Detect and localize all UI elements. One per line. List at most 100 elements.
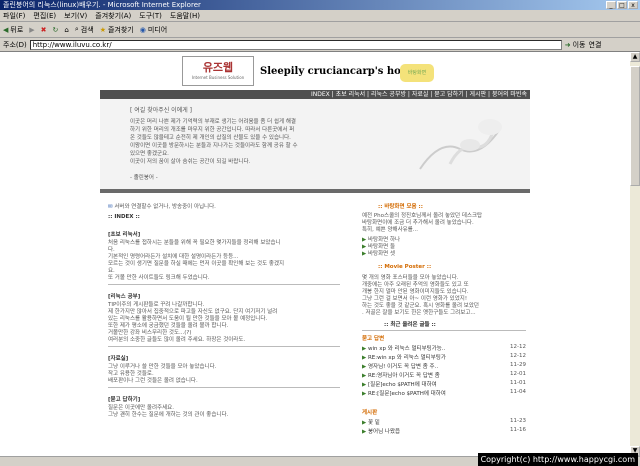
minimize-button[interactable]: _ (606, 1, 616, 9)
site-nav[interactable]: INDEX | 초보 리눅서 | 리눅스 공부방 | 자료실 | 묻고 답하기 … (100, 90, 530, 99)
list-item[interactable]: ▶ win xp 와 리눅스 멀티부팅가능.. 12-12 (362, 344, 526, 352)
section-line: 또 거볼 만한 사이트들도 링크해 두었습니다. (108, 275, 210, 281)
forward-arrow-icon: ▶ (29, 25, 35, 34)
list-item-date: 12-01 (510, 371, 526, 377)
divider (108, 284, 340, 285)
list-item-date: 12-12 (510, 353, 526, 359)
stop-button[interactable]: ✖ (41, 26, 47, 34)
list-item-date: 12-12 (510, 344, 526, 350)
list-item[interactable]: ▶ 붕어님 나왔읍 11-16 (362, 427, 526, 435)
logo-subtext: Internet Business Solution (191, 75, 245, 80)
search-button[interactable]: ⌕ 검색 (75, 25, 94, 35)
movie-line: . 저골은 잘을 보기도 한은 옛한구들도 그려보고... (362, 310, 476, 316)
favorites-button[interactable]: ★ 즐겨찾기 (100, 25, 134, 35)
notice-text: 서버와 연결할수 없거나, 방송중이 아닙니다. (114, 204, 216, 210)
wallpaper-badge[interactable]: 바탕화면 (400, 64, 434, 82)
arrow-icon: ▶ (362, 373, 367, 379)
media-button[interactable]: ◉ 미디어 (140, 25, 167, 35)
menu-favorites[interactable]: 즐겨찾기(A) (95, 11, 131, 21)
list-item[interactable]: ▶ RE:win xp 와 리눅스 멀티부팅가 12-12 (362, 353, 526, 361)
arrow-icon: ▶ (362, 420, 367, 426)
menu-tools[interactable]: 도구(T) (139, 11, 162, 21)
wallpaper-line: 특히, 예쁜 양해사유를... (362, 227, 419, 233)
stop-icon: ✖ (40, 25, 47, 34)
address-label: 주소(D) (3, 40, 27, 49)
refresh-icon: ↻ (52, 25, 59, 34)
section-title[interactable]: [묻고 답하기] (108, 395, 140, 403)
intro-line: 있으면 좋겠군요. (130, 151, 169, 157)
section-title[interactable]: [리눅스 공부] (108, 292, 140, 300)
site-title: Sleepily cruciancarp's home (260, 66, 418, 77)
section-title[interactable]: [자료실] (108, 354, 128, 362)
menu-help[interactable]: 도움말(H) (170, 11, 200, 21)
list-item[interactable]: ▶ RE:[질문]echo $PATH에 대하여 11-04 (362, 389, 526, 397)
go-arrow-icon: ➜ (564, 40, 571, 49)
address-bar: 주소(D) http://www.iluvu.co.kr/ ➜ 이동 연결 (0, 38, 640, 52)
section-line: 그냥 괜히 한수는 질문에 개하는 것의 관이 좋습니다. (108, 412, 229, 418)
window-title: 졸린붕어의 리눅스(linux)배우기. - Microsoft Interne… (3, 1, 201, 9)
media-icon: ◉ (139, 25, 146, 34)
list-item[interactable]: ▶ RE:영자님아 이거도 꼭 답변 좀 12-01 (362, 371, 526, 379)
flower-sketch-image (419, 119, 502, 170)
back-button[interactable]: ◀ 뒤로 (3, 25, 23, 35)
refresh-button[interactable]: ↻ (53, 26, 59, 34)
address-input[interactable]: http://www.iluvu.co.kr/ (29, 39, 562, 50)
intro-line: 이곳은 머리 나쁜 제가 기억력의 부재로 생기는 어려움을 좀 더 쉽게 해결 (130, 119, 296, 125)
arrow-icon: ▶ (362, 429, 367, 435)
list-item-title: 꽃 밑 (367, 420, 380, 426)
right-column: :: 바탕화면 모음 :: 예전 Pho스쿨의 정진호님께서 올려 놓았던 데스… (356, 198, 530, 456)
links-button[interactable]: 연결 (589, 40, 602, 50)
forward-button[interactable]: ▶ (29, 26, 34, 34)
list-item-title: win xp 와 리눅스 멀티부팅가능.. (367, 346, 446, 352)
list-item[interactable]: ▶ 꽃 밑 11-23 (362, 418, 526, 426)
close-button[interactable]: x (628, 1, 638, 9)
board-title: 게시판 (362, 410, 378, 416)
site-header: 유즈웹 Internet Business Solution Sleepily … (100, 52, 530, 90)
menu-bar: 파일(F) 편집(E) 보기(V) 즐겨찾기(A) 도구(T) 도움말(H) (0, 10, 640, 22)
logo-text: 유즈웹 (202, 61, 234, 74)
divider (108, 346, 340, 347)
intro-line: 하기 위한 머리의 개조를 마무지 위한 공간입니다. 따라서 다른곳에서 퍼 (130, 127, 295, 133)
list-item[interactable]: ▶ [질문]echo $PATH에 대하여 11-01 (362, 380, 526, 388)
intro-title: [ 여길 찾아주신 이에게 ] (130, 107, 192, 114)
window-titlebar: 졸린붕어의 리눅스(linux)배우기. - Microsoft Interne… (0, 0, 640, 10)
index-title: :: INDEX :: (108, 214, 140, 220)
section-title[interactable]: [초보 리눅서] (108, 230, 140, 238)
section-line: 처음 리눅스를 접하시는 분들을 위해 꼭 필요한 몇가지들을 정리해 보았습니 (108, 240, 281, 246)
list-item[interactable]: ▶ 영자님! 이거도 꼭 답변 좀 주.. 11-29 (362, 362, 526, 370)
list-item-title: RE:win xp 와 리눅스 멀티부팅가 (367, 355, 446, 361)
search-icon: ⌕ (74, 25, 79, 33)
intro-sign: - 졸린붕어 - (130, 175, 158, 181)
list-item-date: 11-23 (510, 418, 526, 424)
star-icon: ★ (99, 25, 106, 34)
copyright-watermark: Copyright(c) http://www.happycgi.com (477, 453, 638, 466)
maximize-button[interactable]: □ (617, 1, 627, 9)
wallpaper-link[interactable]: ▶ 바탕화면 셋 (362, 249, 395, 257)
back-label: 뒤로 (10, 25, 24, 34)
arrow-icon: ▶ (362, 364, 367, 370)
arrow-icon: ▶ (362, 251, 367, 257)
section-line: 배포판이나 그런 것들은 올려 없습니다. (108, 378, 198, 384)
menu-file[interactable]: 파일(F) (3, 11, 25, 21)
home-button[interactable]: ⌂ (64, 26, 68, 34)
menu-edit[interactable]: 편집(E) (33, 11, 56, 21)
movie-title: :: Movie Poster :: (378, 264, 432, 270)
menu-view[interactable]: 보기(V) (64, 11, 87, 21)
left-column: ✉ 서버와 연결할수 없거나, 방송중이 아닙니다. :: INDEX :: [… (108, 202, 348, 456)
browser-toolbar: ◀ 뒤로 ▶ ✖ ↻ ⌂ ⌕ 검색 ★ 즐겨찾기 ◉ 미디어 (0, 22, 640, 38)
list-item-date: 11-04 (510, 389, 526, 395)
list-item-title: [질문]echo $PATH에 대하여 (367, 382, 437, 388)
scroll-up-icon[interactable]: ▲ (630, 52, 640, 62)
recent-title: :: 최근 올려온 글들 :: (384, 322, 436, 328)
search-label: 검색 (80, 25, 94, 34)
intro-line: 이왕이면 이곳을 방문하시는 분들과 지나가는 것들이라도 함께 공유 할 수 (130, 143, 298, 149)
scrollbar-thumb[interactable] (630, 66, 640, 186)
broadcast-icon: ✉ (108, 204, 113, 210)
site-logo[interactable]: 유즈웹 Internet Business Solution (182, 56, 254, 86)
back-arrow-icon: ◀ (3, 25, 9, 34)
go-button[interactable]: ➜ 이동 (565, 40, 586, 50)
section-divider (100, 189, 530, 193)
vertical-scrollbar[interactable]: ▲ ▼ (630, 52, 640, 456)
notice-row: ✉ 서버와 연결할수 없거나, 방송중이 아닙니다. (108, 202, 216, 210)
divider (362, 330, 526, 331)
